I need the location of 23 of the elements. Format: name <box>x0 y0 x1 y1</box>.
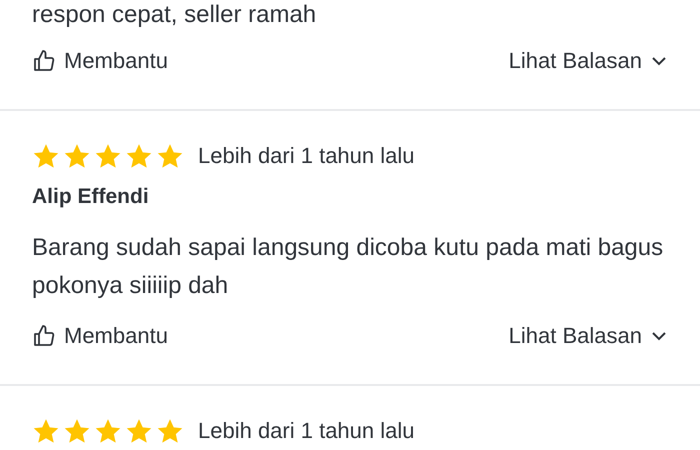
view-replies-link[interactable]: Lihat Balasan <box>508 323 668 349</box>
chevron-down-icon <box>650 330 668 342</box>
star-icon <box>63 142 91 170</box>
chevron-down-icon <box>650 55 668 67</box>
star-icon <box>32 142 60 170</box>
review-text: Barang sudah sapai langsung dicoba kutu pada mati bagus pokonya siiiiip dah <box>32 233 664 301</box>
star-icon <box>125 418 153 444</box>
star-icon <box>125 142 153 170</box>
reviewer-name: Alip Effendi <box>32 184 150 210</box>
star-icon <box>32 418 60 444</box>
star-icon <box>94 418 122 444</box>
star-icon <box>156 418 184 444</box>
review-date: Lebih dari 1 tahun lalu <box>198 143 414 169</box>
star-icon <box>94 142 122 170</box>
view-replies-link[interactable]: Lihat Balasan <box>508 48 668 74</box>
thumbs-up-icon <box>32 49 56 73</box>
thumbs-up-icon <box>32 324 56 348</box>
helpful-button[interactable]: Membantu <box>32 323 168 349</box>
helpful-button[interactable]: Membantu <box>32 48 168 74</box>
star-icon <box>63 418 91 444</box>
review-text: respon cepat, seller ramah <box>32 0 318 30</box>
star-icon <box>156 142 184 170</box>
review-date: Lebih dari 1 tahun lalu <box>198 418 414 444</box>
